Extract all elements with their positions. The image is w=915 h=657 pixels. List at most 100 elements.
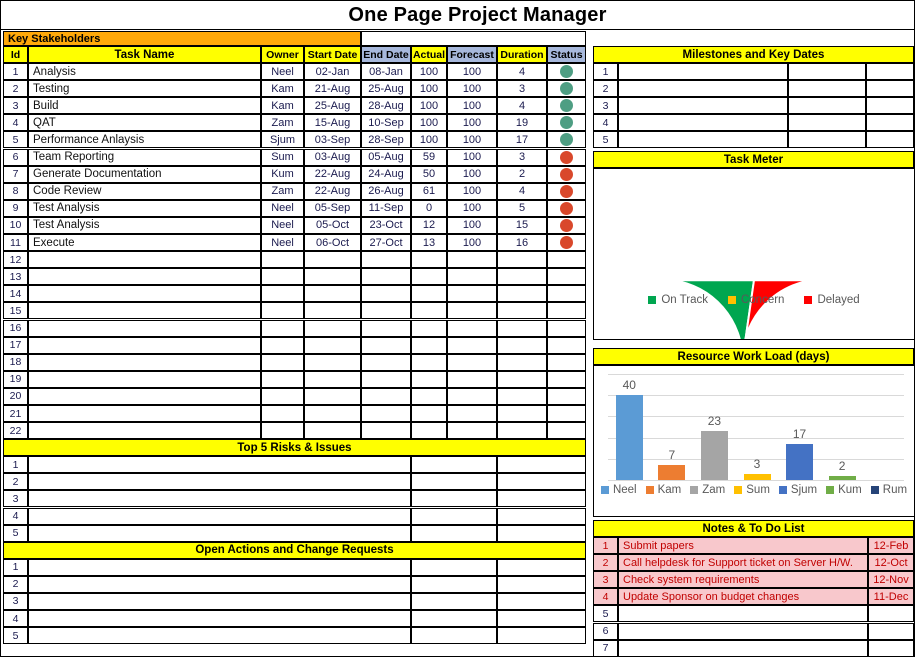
- task-row-name[interactable]: [28, 319, 261, 337]
- milestone-row-col3[interactable]: [866, 97, 914, 115]
- task-row-end-date[interactable]: 25-Aug: [361, 80, 411, 98]
- task-row-duration[interactable]: [497, 336, 547, 354]
- task-row-duration[interactable]: [497, 370, 547, 388]
- column-header-owner[interactable]: Owner: [261, 46, 304, 63]
- task-row-owner[interactable]: Kam: [261, 80, 304, 98]
- open-actions-row-col2[interactable]: [411, 558, 497, 576]
- task-row-duration[interactable]: 4: [497, 63, 547, 81]
- task-row-duration[interactable]: 3: [497, 80, 547, 98]
- milestone-row-col3[interactable]: [866, 80, 914, 98]
- task-row-end-date[interactable]: [361, 285, 411, 303]
- task-row-end-date[interactable]: 10-Sep: [361, 114, 411, 132]
- task-row-start-date[interactable]: 21-Aug: [304, 80, 361, 98]
- task-row-start-date[interactable]: [304, 302, 361, 320]
- task-row-start-date[interactable]: 05-Sep: [304, 199, 361, 217]
- open-actions-row-text[interactable]: [28, 627, 411, 645]
- task-row-end-date[interactable]: 11-Sep: [361, 199, 411, 217]
- task-row-name[interactable]: [28, 285, 261, 303]
- risks-row-col3[interactable]: [497, 456, 586, 474]
- task-row-name[interactable]: Execute: [28, 234, 261, 252]
- task-row-name[interactable]: [28, 336, 261, 354]
- task-row-actual[interactable]: [411, 319, 447, 337]
- column-header-status[interactable]: Status: [547, 46, 586, 63]
- risks-row-col3[interactable]: [497, 473, 586, 491]
- task-row-actual[interactable]: [411, 285, 447, 303]
- task-row-name[interactable]: Code Review: [28, 182, 261, 200]
- task-row-start-date[interactable]: 03-Aug: [304, 148, 361, 166]
- note-row-date[interactable]: 12-Feb: [868, 537, 914, 555]
- risks-row-col2[interactable]: [411, 456, 497, 474]
- milestone-row-col3[interactable]: [866, 114, 914, 132]
- task-row-forecast[interactable]: [447, 370, 497, 388]
- task-row-owner[interactable]: Neel: [261, 199, 304, 217]
- risks-row-text[interactable]: [28, 507, 411, 525]
- task-row-start-date[interactable]: 22-Aug: [304, 182, 361, 200]
- task-row-forecast[interactable]: 100: [447, 182, 497, 200]
- task-row-actual[interactable]: [411, 370, 447, 388]
- task-row-start-date[interactable]: 02-Jan: [304, 63, 361, 81]
- risks-row-text[interactable]: [28, 456, 411, 474]
- task-row-name[interactable]: Analysis: [28, 63, 261, 81]
- risks-row-col2[interactable]: [411, 490, 497, 508]
- task-row-name[interactable]: [28, 251, 261, 269]
- task-row-owner[interactable]: Neel: [261, 63, 304, 81]
- note-row-text[interactable]: Call helpdesk for Support ticket on Serv…: [618, 554, 868, 572]
- task-row-actual[interactable]: 50: [411, 165, 447, 183]
- task-row-start-date[interactable]: [304, 422, 361, 440]
- task-row-owner[interactable]: [261, 319, 304, 337]
- task-row-duration[interactable]: 5: [497, 199, 547, 217]
- task-row-actual[interactable]: [411, 268, 447, 286]
- task-row-name[interactable]: Team Reporting: [28, 148, 261, 166]
- milestone-row-col2[interactable]: [788, 131, 866, 149]
- task-row-owner[interactable]: Sjum: [261, 131, 304, 149]
- column-header-id[interactable]: Id: [3, 46, 28, 63]
- task-row-owner[interactable]: [261, 405, 304, 423]
- task-row-duration[interactable]: 16: [497, 234, 547, 252]
- task-row-end-date[interactable]: 27-Oct: [361, 234, 411, 252]
- milestone-row-text[interactable]: [618, 114, 788, 132]
- task-row-duration[interactable]: 15: [497, 216, 547, 234]
- task-row-end-date[interactable]: [361, 319, 411, 337]
- note-row-text[interactable]: Check system requirements: [618, 571, 868, 589]
- open-actions-row-col3[interactable]: [497, 592, 586, 610]
- task-row-duration[interactable]: 3: [497, 148, 547, 166]
- risks-row-col2[interactable]: [411, 473, 497, 491]
- task-row-actual[interactable]: 100: [411, 114, 447, 132]
- task-row-forecast[interactable]: [447, 387, 497, 405]
- note-row-date[interactable]: [868, 639, 914, 656]
- task-row-end-date[interactable]: 08-Jan: [361, 63, 411, 81]
- column-header-actual[interactable]: Actual: [411, 46, 447, 63]
- task-row-start-date[interactable]: [304, 370, 361, 388]
- task-row-end-date[interactable]: 23-Oct: [361, 216, 411, 234]
- task-row-start-date[interactable]: [304, 268, 361, 286]
- open-actions-row-col2[interactable]: [411, 592, 497, 610]
- task-row-start-date[interactable]: [304, 251, 361, 269]
- milestone-row-text[interactable]: [618, 80, 788, 98]
- task-row-actual[interactable]: 59: [411, 148, 447, 166]
- task-row-duration[interactable]: [497, 405, 547, 423]
- task-row-name[interactable]: Test Analysis: [28, 216, 261, 234]
- milestone-row-text[interactable]: [618, 97, 788, 115]
- note-row-text[interactable]: [618, 605, 868, 623]
- task-row-name[interactable]: Testing: [28, 80, 261, 98]
- task-row-name[interactable]: [28, 302, 261, 320]
- task-row-actual[interactable]: 13: [411, 234, 447, 252]
- task-row-start-date[interactable]: [304, 405, 361, 423]
- task-row-duration[interactable]: [497, 387, 547, 405]
- task-row-name[interactable]: [28, 387, 261, 405]
- task-row-owner[interactable]: [261, 268, 304, 286]
- task-row-start-date[interactable]: 05-Oct: [304, 216, 361, 234]
- open-actions-row-text[interactable]: [28, 592, 411, 610]
- task-row-start-date[interactable]: [304, 336, 361, 354]
- task-row-duration[interactable]: [497, 353, 547, 371]
- task-row-forecast[interactable]: 100: [447, 97, 497, 115]
- task-row-owner[interactable]: [261, 285, 304, 303]
- risks-row-col3[interactable]: [497, 490, 586, 508]
- task-row-duration[interactable]: [497, 268, 547, 286]
- task-row-end-date[interactable]: [361, 268, 411, 286]
- task-row-forecast[interactable]: 100: [447, 63, 497, 81]
- task-row-forecast[interactable]: 100: [447, 165, 497, 183]
- task-row-forecast[interactable]: [447, 268, 497, 286]
- column-header-duration[interactable]: Duration: [497, 46, 547, 63]
- risks-row-col2[interactable]: [411, 524, 497, 542]
